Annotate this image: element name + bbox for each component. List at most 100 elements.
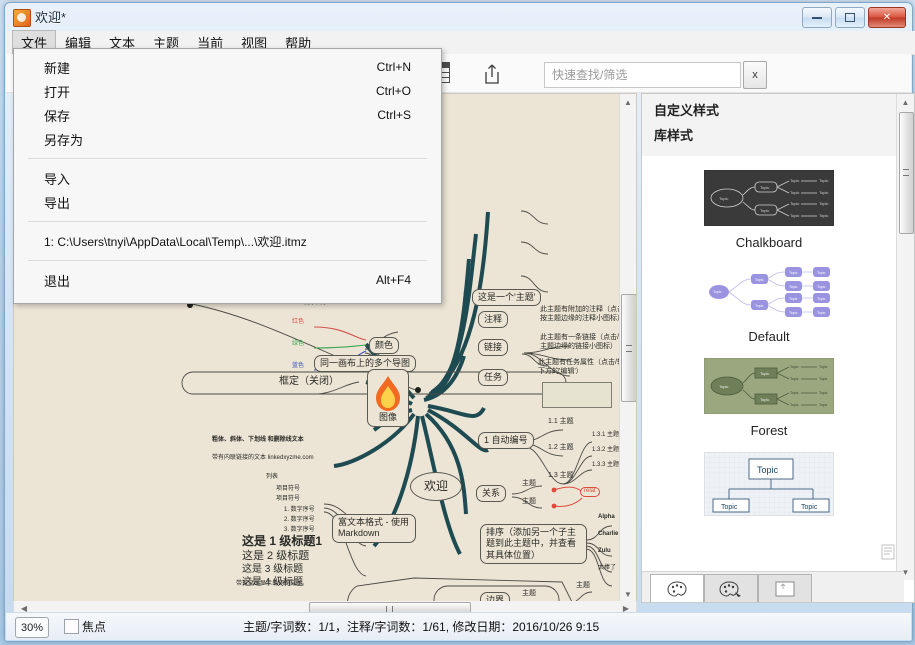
maximize-button[interactable] (835, 7, 865, 28)
node-rt-bullet-2[interactable]: 项目符号 (276, 496, 300, 504)
tab-canvas-image[interactable] (758, 574, 812, 602)
styles-list[interactable]: Topic Topic Topic Topic Topic Topic Topic To… (642, 156, 896, 580)
node-color-red[interactable]: 红色 (292, 319, 304, 327)
node-auto-child-1[interactable]: 1.1 主题 (548, 418, 574, 427)
style-thumb-topic: Topic Topic Topic (704, 452, 834, 516)
node-auto-child-2[interactable]: 1.2 主题 (548, 444, 574, 453)
node-relation[interactable]: 关系 (476, 485, 507, 503)
canvas-vertical-scrollbar[interactable]: ▲ ▼ (619, 94, 636, 602)
node-link[interactable]: 链接 (478, 339, 509, 357)
svg-text:Topic: Topic (819, 391, 828, 395)
svg-text:Topic: Topic (789, 285, 798, 289)
node-color-green[interactable]: 绿色 (292, 341, 304, 349)
node-auto-gc-1[interactable]: 1.3.1 主题 (592, 432, 619, 440)
node-rt-link[interactable]: 带有内联链接的文本 linkedxyzme.com (212, 455, 314, 463)
window-controls: ✕ (802, 7, 906, 28)
tab-palette[interactable] (650, 574, 704, 602)
search-input[interactable] (545, 63, 740, 87)
clear-search-button[interactable]: x (743, 61, 767, 89)
svg-text:Topic: Topic (819, 201, 828, 206)
node-auto-child-3[interactable]: 1.3 主题 (548, 472, 574, 481)
menu-item-save[interactable]: 保存 Ctrl+S (14, 103, 441, 127)
center-topic[interactable]: 欢迎 (410, 472, 463, 501)
search-box[interactable] (544, 62, 741, 88)
task-editor-popup[interactable] (542, 382, 612, 408)
node-relation-label[interactable]: relat (580, 487, 600, 497)
node-boundary-child-1[interactable]: 主题 (522, 590, 536, 599)
styles-scroll-thumb[interactable] (899, 112, 914, 234)
node-sort-zulu[interactable]: Zulu (598, 548, 611, 556)
menu-separator-3 (28, 260, 427, 261)
menu-item-new-label: 新建 (44, 60, 71, 76)
scroll-up-icon[interactable]: ▲ (620, 94, 636, 110)
share-export-icon[interactable] (480, 62, 504, 86)
node-image[interactable]: 图像 (367, 369, 409, 427)
node-sort-great[interactable]: 太棒了 (598, 565, 616, 573)
menu-item-exit[interactable]: 退出 Alt+F4 (14, 268, 441, 292)
node-rt-h2[interactable]: 这是 2 级标题 (242, 550, 309, 564)
tab-palette-brush[interactable] (704, 574, 758, 602)
styles-panel-scrollbar[interactable]: ▲ ▼ (896, 94, 914, 580)
menu-item-new-accel: Ctrl+N (376, 60, 411, 74)
maximize-icon (845, 13, 855, 22)
svg-text:Topic: Topic (790, 213, 799, 218)
style-card-default[interactable]: Topic Topic Topic Topic Topic Topic Topic T… (642, 250, 896, 344)
menu-item-export-label: 导出 (44, 195, 71, 211)
svg-text:Topic: Topic (817, 285, 826, 289)
palette-icon (667, 580, 687, 597)
svg-text:Topic: Topic (819, 190, 828, 195)
svg-text:Topic: Topic (760, 185, 769, 190)
minimize-button[interactable] (802, 7, 832, 28)
style-name-default: Default (748, 329, 790, 344)
menu-item-export[interactable]: 导出 (14, 190, 441, 214)
node-rt-list-title[interactable]: 列表 (266, 474, 278, 482)
node-rt-styles[interactable]: 粗体、斜体、下划线 和删除线文本 (212, 437, 304, 445)
node-sort[interactable]: 排序（添加另一个子主题到此主题中，并查看其具体位置） (480, 524, 587, 564)
node-auto-gc-3[interactable]: 1.3.3 主题 (592, 462, 619, 470)
svg-text:Topic: Topic (760, 397, 769, 402)
menu-item-recent-file[interactable]: 1: C:\Users\tnyi\AppData\Local\Temp\...\… (14, 229, 441, 253)
node-rt-h1[interactable]: 这是 1 级标题1 (242, 534, 322, 549)
svg-text:Topic: Topic (819, 178, 828, 183)
node-relation-child-2[interactable]: 主题 (522, 498, 536, 507)
zoom-level[interactable]: 30% (15, 617, 49, 638)
node-relation-child-1[interactable]: 主题 (522, 480, 536, 489)
menu-item-exit-label: 退出 (44, 273, 71, 289)
svg-text:Topic: Topic (760, 208, 769, 213)
menu-item-save-as[interactable]: 另存为 (14, 127, 441, 151)
style-card-chalkboard[interactable]: Topic Topic Topic Topic Topic Topic Topic To… (642, 156, 896, 250)
node-framing[interactable]: 框定（关闭） (279, 376, 339, 389)
node-note[interactable]: 注释 (478, 311, 509, 329)
node-color[interactable]: 颜色 (369, 337, 400, 355)
note-lines-icon (881, 544, 895, 560)
node-sort-alpha[interactable]: Alpha (598, 514, 615, 522)
node-auto-number[interactable]: 1 自动编号 (478, 432, 534, 450)
node-richtext[interactable]: 富文本格式 - 使用 Markdown (332, 514, 416, 543)
svg-text:Topic: Topic (817, 271, 826, 275)
close-button[interactable]: ✕ (868, 7, 906, 28)
node-rt-number-2[interactable]: 2. 数字序号 (284, 517, 315, 525)
node-color-blue[interactable]: 蓝色 (292, 363, 304, 371)
file-menu-dropdown[interactable]: 新建 Ctrl+N 打开 Ctrl+O 保存 Ctrl+S 另存为 导入 导出 (13, 48, 442, 304)
canvas-vscroll-thumb[interactable] (621, 294, 636, 402)
node-rt-bullet-1[interactable]: 项目符号 (276, 486, 300, 494)
menu-item-import[interactable]: 导入 (14, 166, 441, 190)
style-card-topic[interactable]: Topic Topic Topic (642, 438, 896, 516)
node-boundary-child-2[interactable]: 主题 (576, 582, 590, 591)
node-rt-highlight[interactable]: 带有突出显示单词的文本。 (236, 581, 308, 589)
window-title: 欢迎* (35, 10, 67, 25)
node-image-label: 图像 (378, 412, 397, 422)
svg-text:Topic: Topic (819, 403, 828, 407)
menu-item-open[interactable]: 打开 Ctrl+O (14, 79, 441, 103)
scroll-down-icon[interactable]: ▼ (620, 586, 636, 602)
node-task[interactable]: 任务 (478, 369, 509, 387)
node-topic-is[interactable]: 这是一个'主题' (472, 289, 542, 307)
node-rt-number-1[interactable]: 1. 数字序号 (284, 507, 315, 515)
node-sort-charlie[interactable]: Charlie (598, 531, 618, 539)
focus-checkbox[interactable] (64, 619, 79, 634)
node-rt-h3[interactable]: 这是 3 级标题 (242, 564, 303, 577)
styles-scroll-up-icon[interactable]: ▲ (897, 94, 914, 110)
style-card-forest[interactable]: Topic Topic Topic Topic Topic Topic Topic To… (642, 344, 896, 438)
menu-item-new[interactable]: 新建 Ctrl+N (14, 55, 441, 79)
node-auto-gc-2[interactable]: 1.3.2 主题 (592, 447, 619, 455)
